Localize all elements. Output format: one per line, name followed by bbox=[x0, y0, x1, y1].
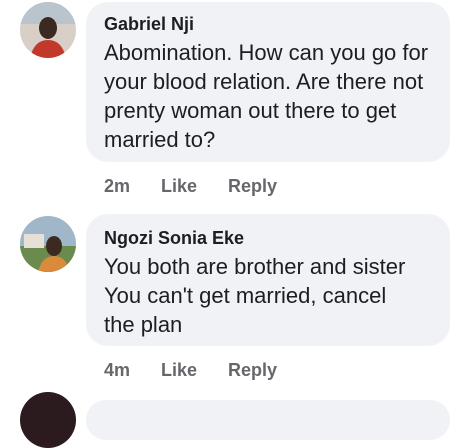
reply-button[interactable]: Reply bbox=[228, 176, 277, 197]
avatar-photo-icon bbox=[20, 2, 76, 58]
comment-bubble bbox=[86, 400, 450, 440]
comment-author[interactable]: Ngozi Sonia Eke bbox=[104, 228, 244, 249]
comment-text: You both are brother and sister You can'… bbox=[104, 254, 406, 337]
comment-time[interactable]: 4m bbox=[104, 360, 130, 381]
reply-button[interactable]: Reply bbox=[228, 360, 277, 381]
comment-bubble: Ngozi Sonia Eke You both are brother and… bbox=[86, 214, 450, 346]
comment-author[interactable]: Gabriel Nji bbox=[104, 14, 194, 35]
like-button[interactable]: Like bbox=[161, 176, 197, 197]
comment: Ngozi Sonia Eke You both are brother and… bbox=[0, 210, 468, 400]
like-button[interactable]: Like bbox=[161, 360, 197, 381]
comment-text: Abomination. How can you go for your blo… bbox=[104, 40, 429, 152]
avatar[interactable] bbox=[20, 216, 76, 272]
avatar-photo-icon bbox=[20, 216, 76, 272]
comment-bubble: Gabriel Nji Abomination. How can you go … bbox=[86, 2, 450, 162]
avatar[interactable] bbox=[20, 392, 76, 448]
comment: Gabriel Nji Abomination. How can you go … bbox=[0, 0, 468, 200]
avatar[interactable] bbox=[20, 2, 76, 58]
comment-time[interactable]: 2m bbox=[104, 176, 130, 197]
